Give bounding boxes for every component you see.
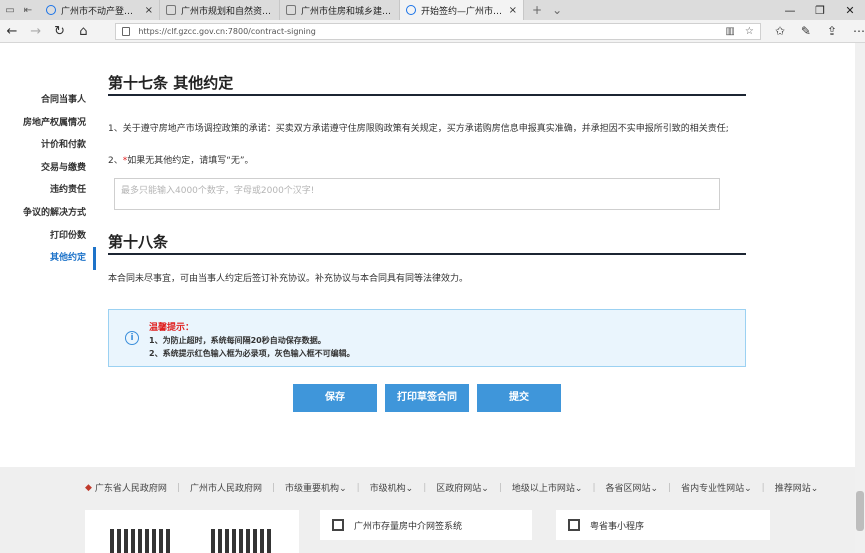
set-aside-tabs-icon[interactable]: ⇤ <box>22 5 34 16</box>
tab-close-icon[interactable]: × <box>145 5 153 16</box>
footer-links: ◆ 广东省人民政府网 | 广州市人民政府网 | 市级重要机构⌄ | 市级机构⌄ … <box>85 481 819 495</box>
footer-card-agency-system[interactable]: 广州市存量房中介网签系统 <box>320 510 532 540</box>
more-icon[interactable]: ⋯ <box>853 24 865 38</box>
info-icon: i <box>125 331 139 345</box>
tab-title: 广州市住房和城乡建设局 <box>301 6 393 17</box>
chevron-down-icon: ⌄ <box>339 484 347 494</box>
footer-link[interactable]: 广州市人民政府网 <box>190 481 262 494</box>
chevron-down-icon: ⌄ <box>481 484 489 494</box>
site-footer: ◆ 广东省人民政府网 | 广州市人民政府网 | 市级重要机构⌄ | 市级机构⌄ … <box>0 467 865 553</box>
lock-icon <box>122 26 131 36</box>
sidebar-item-ownership[interactable]: 房地产权属情况 <box>20 112 96 135</box>
qr-icon <box>568 519 580 531</box>
chevron-down-icon: ⌄ <box>744 484 752 494</box>
browser-tab-bar: ▭ ⇤ 广州市不动产登记中心_百度 × 广州市规划和自然资源局网 广州市住房和城… <box>0 0 865 20</box>
url-input[interactable]: https://clf.gzcc.gov.cn:7800/contract-si… <box>115 22 761 40</box>
reading-view-icon[interactable]: ▥ <box>725 26 734 37</box>
tab-list-chevron-icon[interactable]: ⌄ <box>552 3 562 17</box>
notice-box: i 温馨提示： 1、为防止超时，系统每间隔20秒自动保存数据。 2、系统提示红色… <box>108 309 746 367</box>
browser-tab-3[interactable]: 广州市住房和城乡建设局 <box>280 0 400 20</box>
favorites-icon[interactable]: ✩ <box>775 24 785 38</box>
footer-link[interactable]: 区政府网站⌄ <box>436 481 489 494</box>
notice-line-2: 2、系统提示红色输入框为必录项，灰色输入框不可编辑。 <box>149 349 355 358</box>
sidebar-item-dispute[interactable]: 争议的解决方式 <box>20 202 96 225</box>
footer-link[interactable]: 推荐网站⌄ <box>775 481 819 494</box>
tab-title: 广州市规划和自然资源局网 <box>181 6 273 17</box>
window-controls: — ❐ ✕ <box>775 0 865 20</box>
card-label: 粤省事小程序 <box>590 521 645 532</box>
pen-icon[interactable]: ✎ <box>801 24 811 38</box>
section17-title: 第十七条 其他约定 <box>108 74 234 92</box>
qr-icon <box>332 519 344 531</box>
chevron-down-icon: ⌄ <box>405 484 414 494</box>
contract-sidebar: 合同当事人 房地产权属情况 计价和付款 交易与缴费 违约责任 争议的解决方式 打… <box>20 89 96 270</box>
sidebar-item-parties[interactable]: 合同当事人 <box>20 89 96 112</box>
footer-link[interactable]: 市级重要机构⌄ <box>285 481 347 494</box>
section-divider <box>108 253 746 255</box>
footer-link[interactable]: 地级以上市网站⌄ <box>512 481 583 494</box>
address-bar-row: ← → ↻ ⌂ https://clf.gzcc.gov.cn:7800/con… <box>0 20 865 43</box>
qr-code-image <box>110 529 170 553</box>
footer-link[interactable]: 广东省人民政府网 <box>95 481 167 494</box>
scrollbar-thumb[interactable] <box>856 491 864 531</box>
tab-favicon-icon <box>166 5 176 15</box>
qr-code-image <box>211 529 271 553</box>
refresh-icon[interactable]: ↻ <box>48 24 72 39</box>
browser-tab-2[interactable]: 广州市规划和自然资源局网 <box>160 0 280 20</box>
tab-favicon-icon <box>406 5 416 15</box>
sidebar-item-other[interactable]: 其他约定 <box>20 247 96 270</box>
notice-title: 温馨提示： <box>149 323 195 333</box>
chevron-down-icon: ⌄ <box>810 484 819 494</box>
sidebar-item-pricing[interactable]: 计价和付款 <box>20 134 96 157</box>
page-scrollbar[interactable] <box>855 43 865 553</box>
tab-favicon-icon <box>286 5 296 15</box>
back-icon[interactable]: ← <box>0 24 24 39</box>
footer-link[interactable]: 各省区网站⌄ <box>605 481 658 494</box>
qr-code-panel <box>85 510 299 553</box>
chevron-down-icon: ⌄ <box>650 484 659 494</box>
section17-item2: 2、*如果无其他约定，请填写“无”。 <box>108 153 254 166</box>
footer-link[interactable]: 市级机构⌄ <box>370 481 414 494</box>
national-emblem-icon: ◆ <box>85 482 92 493</box>
share-icon[interactable]: ⇪ <box>827 24 837 38</box>
favorite-star-icon[interactable]: ☆ <box>745 26 754 37</box>
item2-prefix: 2、 <box>108 156 123 166</box>
sidebar-item-transaction[interactable]: 交易与缴费 <box>20 157 96 180</box>
tab-preview-icon[interactable]: ▭ <box>4 5 16 16</box>
notice-line-1: 1、为防止超时，系统每间隔20秒自动保存数据。 <box>149 336 326 345</box>
tab-title: 广州市不动产登记中心_百度 <box>61 6 140 17</box>
other-terms-textarea[interactable]: 最多只能输入4000个数字，字母或2000个汉字! <box>114 178 720 210</box>
print-draft-contract-button[interactable]: 打印草签合同 <box>385 384 469 412</box>
browser-tab-1[interactable]: 广州市不动产登记中心_百度 × <box>40 0 160 20</box>
sidebar-item-liability[interactable]: 违约责任 <box>20 179 96 202</box>
page-content: 合同当事人 房地产权属情况 计价和付款 交易与缴费 违约责任 争议的解决方式 打… <box>0 43 865 553</box>
sidebar-item-copies[interactable]: 打印份数 <box>20 225 96 248</box>
section-divider <box>108 94 746 96</box>
card-label: 广州市存量房中介网签系统 <box>354 521 463 532</box>
browser-tab-4[interactable]: 开始签约—广州市存量房 × <box>400 0 524 20</box>
tab-title: 开始签约—广州市存量房 <box>421 6 504 17</box>
close-window-icon[interactable]: ✕ <box>835 4 865 17</box>
restore-icon[interactable]: ❐ <box>805 4 835 17</box>
chevron-down-icon: ⌄ <box>574 484 583 494</box>
item2-text: 如果无其他约定，请填写“无”。 <box>127 156 254 166</box>
section18-title: 第十八条 <box>108 233 169 251</box>
section18-text: 本合同未尽事宜，可由当事人约定后签订补充协议。补充协议与本合同具有同等法律效力。 <box>108 274 469 284</box>
section17-item1: 1、关于遵守房地产市场调控政策的承诺：买卖双方承诺遵守住房限购政策有关规定，买方… <box>108 124 729 134</box>
tab-favicon-icon <box>46 5 56 15</box>
submit-button[interactable]: 提交 <box>477 384 561 412</box>
footer-link[interactable]: 省内专业性网站⌄ <box>681 481 752 494</box>
new-tab-button[interactable]: + <box>532 3 542 17</box>
save-button[interactable]: 保存 <box>293 384 377 412</box>
home-icon[interactable]: ⌂ <box>71 24 95 39</box>
footer-card-mini-program[interactable]: 粤省事小程序 <box>556 510 770 540</box>
tab-close-icon[interactable]: × <box>509 5 517 16</box>
forward-icon[interactable]: → <box>24 24 48 39</box>
url-text: https://clf.gzcc.gov.cn:7800/contract-si… <box>138 26 316 36</box>
minimize-icon[interactable]: — <box>775 4 805 17</box>
tab-actions: ▭ ⇤ <box>0 0 40 20</box>
